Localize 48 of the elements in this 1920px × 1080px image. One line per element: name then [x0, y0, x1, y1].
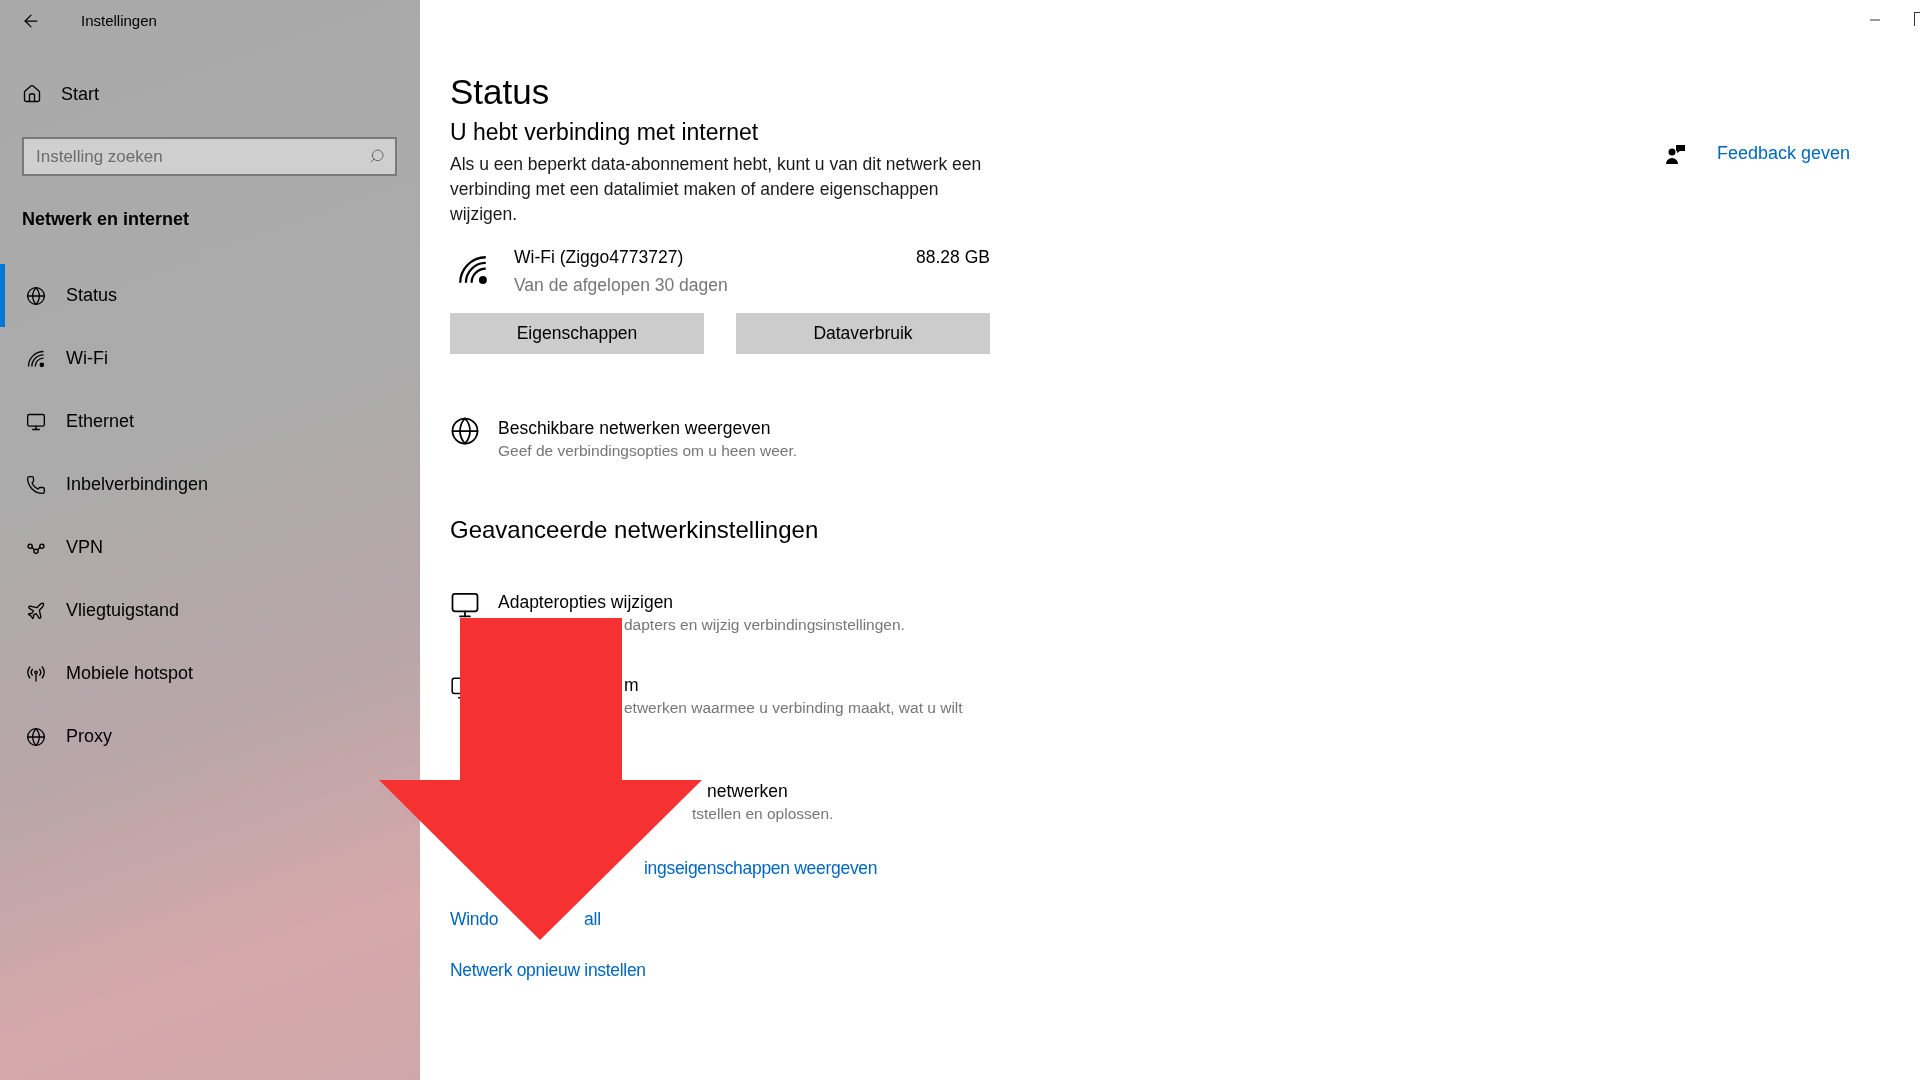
- sidebar-item[interactable]: Wi-Fi: [0, 327, 420, 390]
- wifi-icon: [456, 253, 490, 287]
- setting-title[interactable]: Beschikbare netwerken weergeven: [498, 416, 797, 440]
- airplane-icon: [26, 600, 46, 621]
- sidebar-item[interactable]: Status: [0, 264, 420, 327]
- search-icon: [369, 148, 385, 164]
- sidebar-item[interactable]: Vliegtuigstand: [0, 579, 420, 642]
- link[interactable]: Windo: [450, 906, 499, 933]
- home-link[interactable]: Start: [22, 74, 99, 114]
- globe-icon: [450, 416, 480, 446]
- action-button[interactable]: Dataverbruik: [736, 313, 990, 354]
- phone-icon: [26, 474, 46, 495]
- antenna-icon: [26, 663, 46, 684]
- feedback-link[interactable]: Feedback geven: [1665, 140, 1851, 167]
- maximize-icon[interactable]: [1914, 12, 1920, 26]
- setting-title[interactable]: Adapteropties wijzigen: [498, 590, 674, 614]
- data-usage: 88.28 GB: [916, 246, 990, 269]
- section-heading: Geavanceerde netwerkinstellingen: [450, 515, 820, 545]
- globe-icon: [26, 726, 46, 747]
- sidebar-item[interactable]: Proxy: [0, 705, 420, 768]
- sidebar-item[interactable]: VPN: [0, 516, 420, 579]
- usage-period: Van de afgelopen 30 dagen: [514, 274, 729, 297]
- wifi-icon: [26, 348, 46, 369]
- description: Als u een beperkt data-abonnement hebt, kunt u van dit netwerk een verbinding met een datalimiet maken of andere eigenschappen wijzigen.: [450, 153, 983, 226]
- page-title: Status: [450, 71, 551, 113]
- setting-description: tstellen en oplossen.: [692, 804, 834, 824]
- sidebar-item[interactable]: Ethernet: [0, 390, 420, 453]
- action-button[interactable]: Eigenschappen: [450, 313, 704, 354]
- section-subtitle: U hebt verbinding met internet: [450, 118, 760, 146]
- setting-title[interactable]: m: [624, 673, 639, 697]
- window-title: Instellingen: [81, 10, 157, 31]
- link[interactable]: all: [584, 906, 601, 933]
- link[interactable]: ingseigenschappen weergeven: [644, 855, 878, 882]
- setting-title[interactable]: netwerken: [707, 779, 788, 803]
- setting-description: etwerken waarmee u verbinding maakt, wat u wilt: [624, 698, 963, 718]
- home-icon: [22, 84, 42, 104]
- search-field[interactable]: Instelling zoeken: [22, 137, 397, 176]
- setting-description: Geef de verbindingsopties om u heen weer.: [498, 441, 797, 461]
- globe-icon: [26, 285, 46, 306]
- monitor-icon: [26, 411, 46, 432]
- sidebar-item[interactable]: Inbelverbindingen: [0, 453, 420, 516]
- sidebar-item[interactable]: Mobiele hotspot: [0, 642, 420, 705]
- feedback-icon: [1665, 142, 1687, 165]
- section-heading: Netwerk en internet: [22, 208, 191, 231]
- setting-description: dapters en wijzig verbindingsinstellingen.: [624, 615, 905, 635]
- link[interactable]: Netwerk opnieuw instellen: [450, 957, 646, 984]
- monitor-icon: [450, 590, 480, 620]
- network-name: Wi-Fi (Ziggo4773727): [514, 246, 685, 269]
